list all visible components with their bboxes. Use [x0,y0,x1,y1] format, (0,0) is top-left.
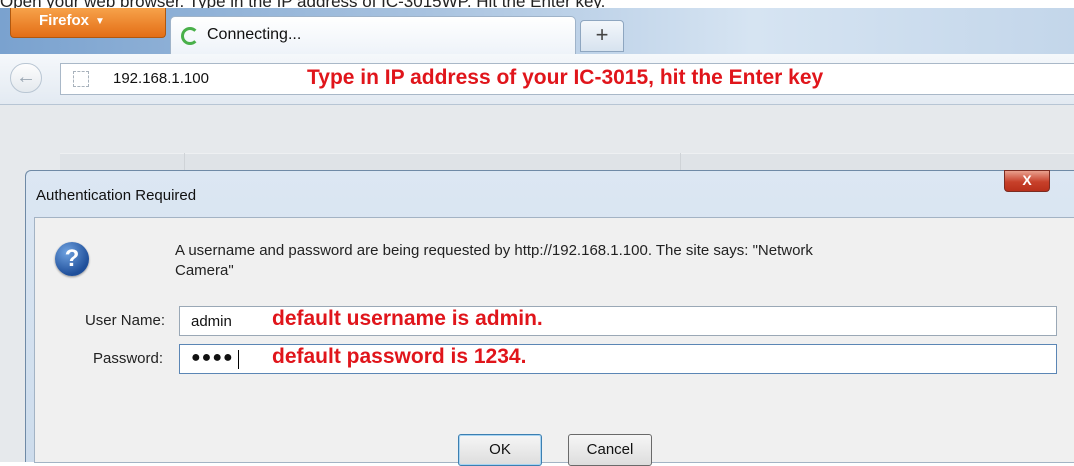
username-label: User Name: [84,312,165,329]
firefox-menu-label: Firefox [39,12,90,29]
navigation-toolbar: ← 192.168.1.100 Type in IP address of yo… [0,54,1074,105]
password-field[interactable]: ●●●● default password is 1234. [179,344,1057,374]
username-field[interactable]: admin default username is admin. [179,306,1057,336]
new-tab-button[interactable]: + [580,20,624,52]
password-label: Password: [92,350,163,367]
password-annotation: default password is 1234. [272,345,527,368]
dialog-message-line-2: Camera" [175,262,234,279]
username-annotation: default username is admin. [272,307,543,330]
ok-button[interactable]: OK [458,434,542,466]
text-cursor [238,350,239,369]
url-text: 192.168.1.100 [113,70,209,87]
back-arrow-icon: ← [16,66,36,88]
password-value: ●●●● [191,349,234,366]
auth-dialog: Authentication Required X ? A username a… [25,170,1074,466]
dialog-body: ? A username and password are being requ… [34,217,1074,466]
site-identity-icon[interactable] [73,71,89,87]
cancel-button[interactable]: Cancel [568,434,652,466]
close-icon: X [1022,172,1032,188]
question-icon: ? [55,242,89,276]
back-button[interactable]: ← [10,63,42,93]
dialog-title: Authentication Required [36,187,197,204]
close-button[interactable]: X [1004,170,1050,192]
menu-caret-icon: ▼ [95,16,105,27]
username-value: admin [191,313,232,330]
address-bar[interactable]: 192.168.1.100 Type in IP address of your… [60,63,1074,95]
tab-connecting[interactable]: Connecting... [170,16,576,54]
dialog-message-line-1: A username and password are being reques… [175,242,813,259]
loading-spinner-icon [181,27,199,45]
firefox-menu-button[interactable]: Firefox ▼ [10,8,166,38]
tab-bar: Firefox ▼ Connecting... + [0,8,1074,54]
url-annotation: Type in IP address of your IC-3015, hit … [307,66,824,89]
tab-title: Connecting... [207,26,302,43]
